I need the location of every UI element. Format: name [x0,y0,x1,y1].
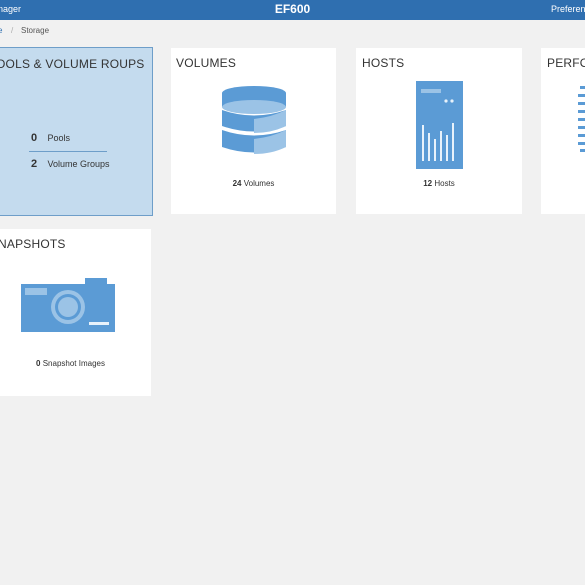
pools-volume-groups-tile[interactable]: OOLS & VOLUME ROUPS 0 Pools 2 Volume Gro… [0,47,153,216]
hosts-tile[interactable]: HOSTS 12 Hosts [356,48,522,214]
pools-label: Pools [47,133,71,143]
volume-groups-label: Volume Groups [47,159,110,169]
breadcrumb-separator: / [11,26,14,35]
performance-icon [578,86,585,152]
preferences-link[interactable]: Preferenc [551,4,585,14]
pools-count: 0 [31,132,38,144]
snapshots-label: Snapshot Images [42,359,105,368]
camera-icon [21,278,115,332]
snapshots-caption: 0 Snapshot Images [0,359,151,368]
snapshots-tile-title: NAPSHOTS [0,237,66,251]
hosts-label: Hosts [434,179,455,188]
system-name: EF600 [274,2,311,16]
volumes-caption: 24 Volumes [171,179,336,188]
performance-tile[interactable]: PERFO [541,48,585,214]
hosts-caption: 12 Hosts [356,179,522,188]
hosts-count: 12 [423,179,433,188]
performance-tile-title: PERFO [547,56,585,70]
volumes-tile-title: VOLUMES [176,56,237,70]
snapshots-tile[interactable]: NAPSHOTS 0 Snapshot Images [0,229,151,396]
volumes-count: 24 [232,179,242,188]
database-icon [222,86,286,154]
volume-groups-count: 2 [31,158,38,170]
volumes-label: Volumes [243,179,275,188]
pools-divider [29,151,107,152]
breadcrumb-home-link[interactable]: e [0,26,2,35]
snapshots-count: 0 [36,359,41,368]
volume-groups-count-row: 2 Volume Groups [31,158,110,170]
server-icon [416,81,463,169]
pools-tile-title: OOLS & VOLUME ROUPS [0,57,145,71]
volumes-tile[interactable]: VOLUMES 24 Volumes [171,48,336,214]
pools-count-row: 0 Pools [31,132,70,144]
breadcrumb-current: Storage [21,26,50,35]
top-bar: nager EF600 Preferenc [0,0,585,20]
hosts-tile-title: HOSTS [362,56,405,70]
